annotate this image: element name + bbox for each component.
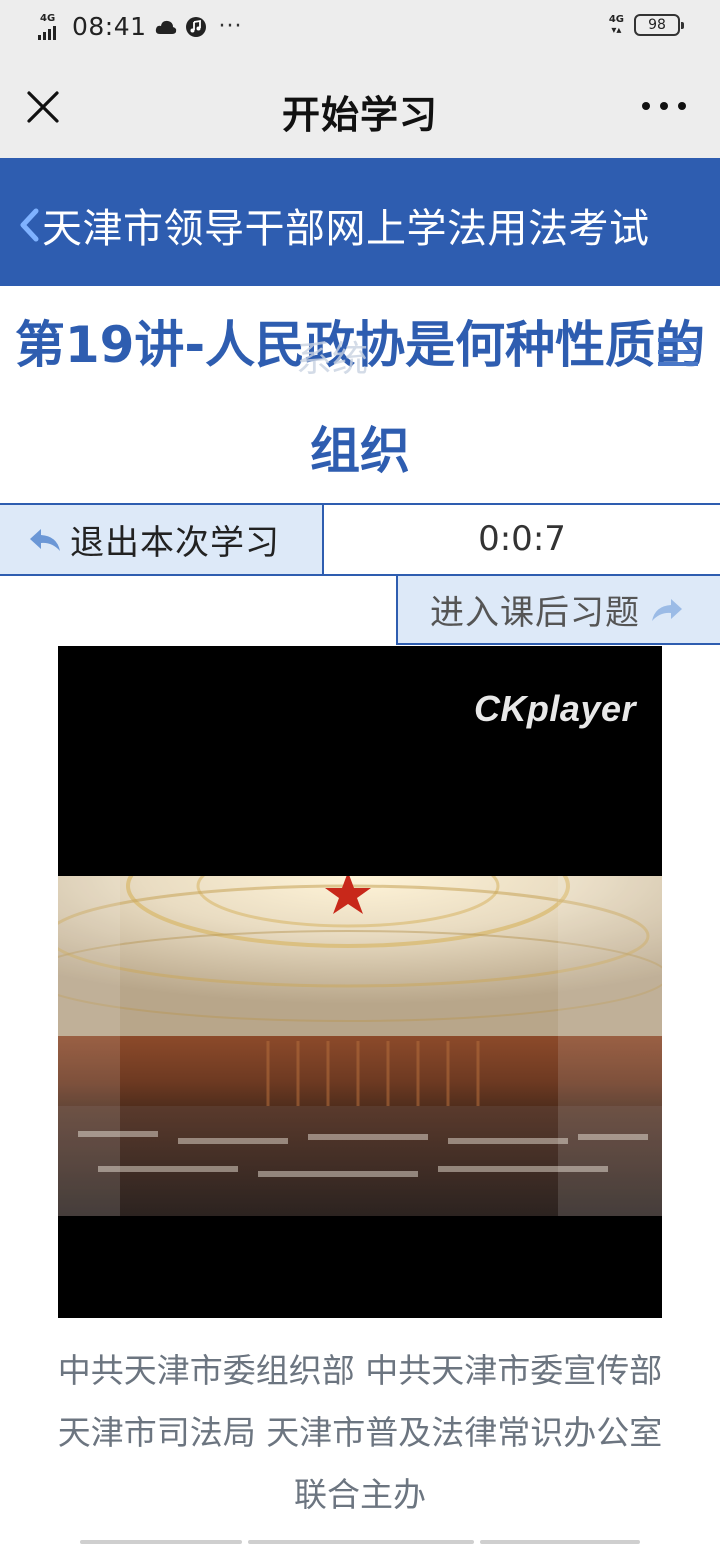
bottom-divider (80, 1540, 242, 1544)
footer-organizers-3: 联合主办 (294, 1475, 426, 1514)
player-logo: CKplayer (473, 688, 636, 729)
video-player[interactable]: CKplayer (58, 646, 662, 1318)
chevron-left-icon (20, 208, 39, 242)
network-type: 4G (40, 12, 56, 24)
enter-exercises-button[interactable]: 进入课后习题 (396, 576, 720, 645)
footer-organizers-1: 中共天津市委组织部 中共天津市委宣传部 (57, 1351, 663, 1390)
clock: 08:41 (72, 12, 147, 41)
site-title: 天津市领导干部网上学法用法考试 (42, 206, 650, 252)
bottom-divider (248, 1540, 474, 1544)
overlay-watermark: 系统 (296, 339, 369, 380)
dot-icon (642, 102, 650, 110)
study-timer: 0:0:7 (478, 519, 566, 559)
title-bar: 开始学习 (0, 58, 720, 158)
battery-icon: 98 (634, 14, 684, 36)
enter-exercises-label: 进入课后习题 (430, 593, 640, 633)
page-title: 开始学习 (281, 93, 438, 137)
menu-icon[interactable] (658, 338, 698, 366)
return-arrow-icon (30, 528, 60, 551)
exit-study-button[interactable]: 退出本次学习 (0, 505, 324, 574)
bottom-divider (480, 1540, 640, 1544)
music-icon (185, 16, 207, 38)
back-button[interactable]: 天津市领导干部网上学法用法考试 (18, 196, 650, 254)
more-options-button[interactable] (642, 102, 686, 114)
network-4g-icon: 4G ▾▴ (608, 14, 624, 36)
exit-study-label: 退出本次学习 (70, 523, 280, 563)
site-header: 天津市领导干部网上学法用法考试 (0, 158, 720, 286)
battery-level: 98 (648, 17, 666, 33)
control-row: 退出本次学习 0:0:7 (0, 503, 720, 576)
signal-icon: 4G (38, 12, 64, 40)
footer: 中共天津市委组织部 中共天津市委宣传部 天津市司法局 天津市普及法律常识办公室 … (0, 1340, 720, 1526)
dot-icon (678, 102, 686, 110)
cloud-icon (155, 16, 177, 38)
status-left: 4G 08:41 ··· (38, 12, 243, 41)
dot-icon (660, 102, 668, 110)
network-type-right: 4G (608, 14, 624, 25)
footer-organizers-2: 天津市司法局 天津市普及法律常识办公室 (57, 1413, 663, 1452)
status-right: 4G ▾▴ 98 (608, 14, 684, 36)
lecture-title: 第19讲-人民政协是何种性质的组织 (14, 316, 706, 480)
forward-arrow-icon (652, 598, 682, 621)
video-frame (58, 876, 662, 1216)
status-bar: 4G 08:41 ··· 4G ▾▴ 98 (0, 0, 720, 58)
status-more: ··· (218, 14, 243, 39)
